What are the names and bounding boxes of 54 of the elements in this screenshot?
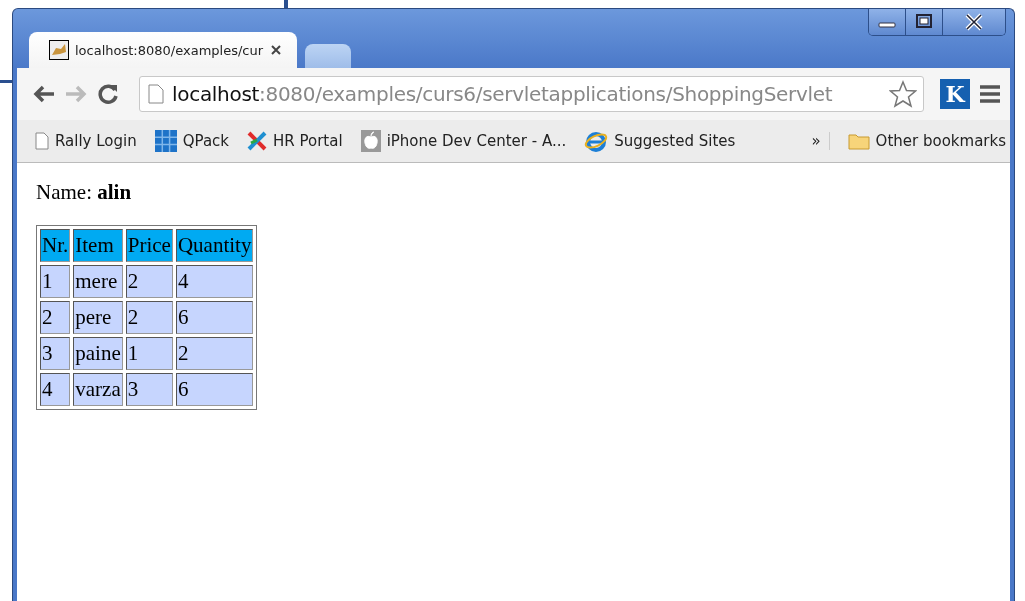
- table-cell: 6: [175, 301, 254, 334]
- table-cell: 6: [175, 373, 254, 406]
- table-cell: 4: [40, 373, 71, 406]
- table-cell: 3: [40, 337, 71, 370]
- table-cell: mere: [73, 265, 123, 298]
- bookmarks-overflow-button[interactable]: »: [811, 132, 830, 150]
- other-bookmarks-item[interactable]: Other bookmarks: [847, 132, 1006, 150]
- table-cell: varza: [73, 373, 123, 406]
- table-cell: 2: [175, 337, 254, 370]
- bookmark-item[interactable]: QPack: [154, 130, 230, 152]
- bookmark-label: HR Portal: [273, 132, 343, 150]
- star-icon[interactable]: [889, 80, 917, 108]
- cross-logo-icon: [247, 131, 268, 151]
- table-cell: 1: [125, 337, 173, 370]
- bookmark-item[interactable]: Rally Login: [35, 132, 137, 150]
- tab-title: localhost:8080/examples/cur: [75, 42, 265, 58]
- column-header: Item: [73, 229, 123, 262]
- bookmark-label: Suggested Sites: [614, 132, 736, 150]
- table-cell: 3: [125, 373, 173, 406]
- column-header: Price: [125, 229, 173, 262]
- bookmark-label: QPack: [182, 132, 230, 150]
- reload-icon[interactable]: [97, 83, 119, 105]
- column-header: Nr.: [40, 229, 71, 262]
- maximize-icon[interactable]: [905, 9, 942, 35]
- column-header: Quantity: [175, 229, 254, 262]
- bookmark-item[interactable]: Suggested Sites: [584, 130, 736, 152]
- bookmark-item[interactable]: HR Portal: [247, 131, 343, 151]
- close-icon[interactable]: [271, 45, 281, 55]
- address-bar[interactable]: localhost:8080/examples/curs6/servletapplications/ShoppingServlet: [139, 76, 924, 112]
- page-icon: [35, 132, 49, 150]
- folder-icon: [847, 132, 870, 150]
- ie-logo-icon: [584, 130, 609, 152]
- menu-icon[interactable]: [980, 85, 1000, 103]
- table-cell: 2: [40, 301, 71, 334]
- bookmark-label: iPhone Dev Center - A...: [386, 132, 567, 150]
- bookmark-item[interactable]: iPhone Dev Center - A...: [360, 130, 567, 152]
- browser-tab[interactable]: localhost:8080/examples/cur: [29, 32, 297, 68]
- name-line: Name: alin: [36, 180, 133, 205]
- table-cell: 1: [40, 265, 71, 298]
- extension-button[interactable]: K: [940, 79, 970, 109]
- bookmark-label: Other bookmarks: [875, 132, 1006, 150]
- table-cell: pere: [73, 301, 123, 334]
- table-cell: 2: [125, 301, 173, 334]
- apple-logo-icon: [360, 130, 381, 152]
- table-cell: paine: [73, 337, 123, 370]
- back-arrow-icon[interactable]: [33, 85, 55, 103]
- table-cell: 2: [125, 265, 173, 298]
- table-cell: 4: [175, 265, 254, 298]
- bookmark-label: Rally Login: [55, 132, 137, 150]
- close-icon[interactable]: [942, 9, 1005, 35]
- minimize-icon[interactable]: [869, 9, 905, 35]
- url-text: localhost:8080/examples/curs6/servletapplications/ShoppingServlet: [172, 82, 834, 106]
- grid-icon: [154, 130, 177, 152]
- page-icon: [148, 84, 164, 104]
